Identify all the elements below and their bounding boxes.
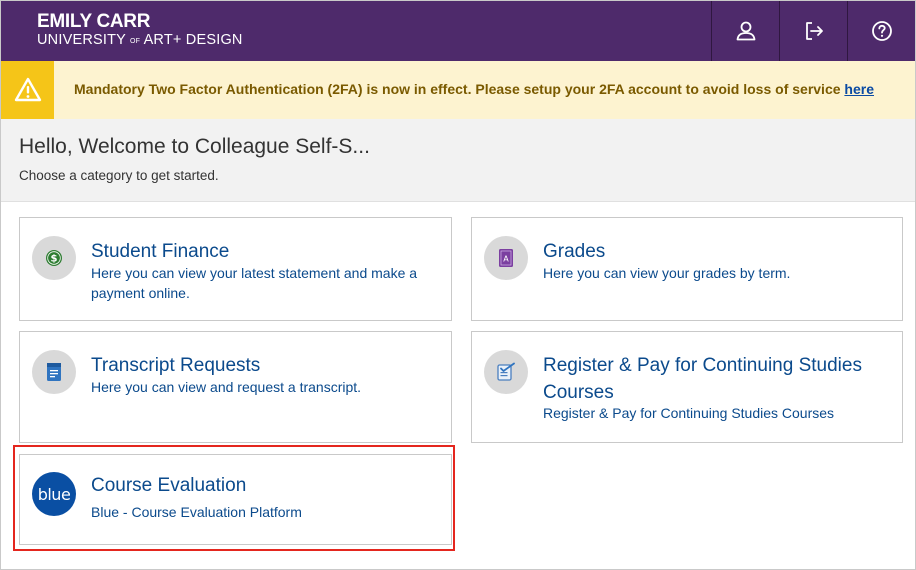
card-icon-circle: A [484, 236, 528, 280]
card-description: Here you can view and request a transcri… [91, 379, 362, 395]
university-logo[interactable]: EMILY CARR UNIVERSITY OF ART+ DESIGN [37, 11, 243, 49]
warning-icon [14, 77, 41, 102]
page-subtitle: Choose a category to get started. [19, 168, 219, 183]
alert-message: Mandatory Two Factor Authentication (2FA… [74, 81, 874, 97]
svg-text:A: A [503, 255, 509, 264]
top-header: EMILY CARR UNIVERSITY OF ART+ DESIGN [1, 1, 915, 61]
logo-line-2: UNIVERSITY OF ART+ DESIGN [37, 32, 243, 48]
alert-here-link[interactable]: here [844, 81, 874, 97]
card-description: Here you can view your latest statement … [91, 265, 418, 301]
card-title: Register & Pay for Continuing Studies Co… [543, 355, 862, 403]
card-title: Grades [543, 241, 606, 262]
svg-text:$: $ [51, 254, 58, 265]
help-button[interactable] [847, 1, 915, 61]
app-frame: EMILY CARR UNIVERSITY OF ART+ DESIGN Man… [0, 0, 916, 570]
card-transcript-requests[interactable]: Transcript Requests Here you can view an… [19, 331, 452, 443]
alert-banner: Mandatory Two Factor Authentication (2FA… [1, 61, 915, 120]
card-grades[interactable]: A Grades Here you can view your grades b… [471, 217, 903, 321]
logo-art-design: ART+ DESIGN [143, 32, 243, 48]
dollar-icon: $ [46, 250, 62, 266]
logo-line-1: EMILY CARR [37, 11, 151, 32]
sign-out-icon [806, 22, 823, 40]
help-icon [872, 21, 892, 41]
logo-university: UNIVERSITY [37, 32, 126, 48]
grades-icon: A [499, 249, 513, 267]
alert-icon-box [1, 61, 54, 119]
page-title: Hello, Welcome to Colleague Self-S... [19, 135, 370, 158]
card-icon-circle [484, 350, 528, 394]
transcript-icon [47, 363, 61, 381]
card-icon-circle [32, 350, 76, 394]
logo-of: OF [130, 38, 141, 45]
card-description: Here you can view your grades by term. [543, 265, 791, 281]
user-icon [736, 21, 756, 41]
card-icon-circle: $ [32, 236, 76, 280]
card-register-pay-continuing-studies[interactable]: Register & Pay for Continuing Studies Co… [471, 331, 903, 443]
card-title: Transcript Requests [91, 355, 261, 376]
checklist-icon [497, 362, 515, 381]
card-title: Student Finance [91, 241, 230, 262]
card-student-finance[interactable]: $ Student Finance Here you can view your… [19, 217, 452, 321]
alert-message-text: Mandatory Two Factor Authentication (2FA… [74, 81, 845, 97]
user-profile-button[interactable] [711, 1, 780, 61]
sign-out-button[interactable] [779, 1, 848, 61]
card-description: Register & Pay for Continuing Studies Co… [543, 405, 835, 421]
welcome-section: Hello, Welcome to Colleague Self-S... Ch… [1, 119, 915, 202]
highlight-box [13, 445, 455, 551]
